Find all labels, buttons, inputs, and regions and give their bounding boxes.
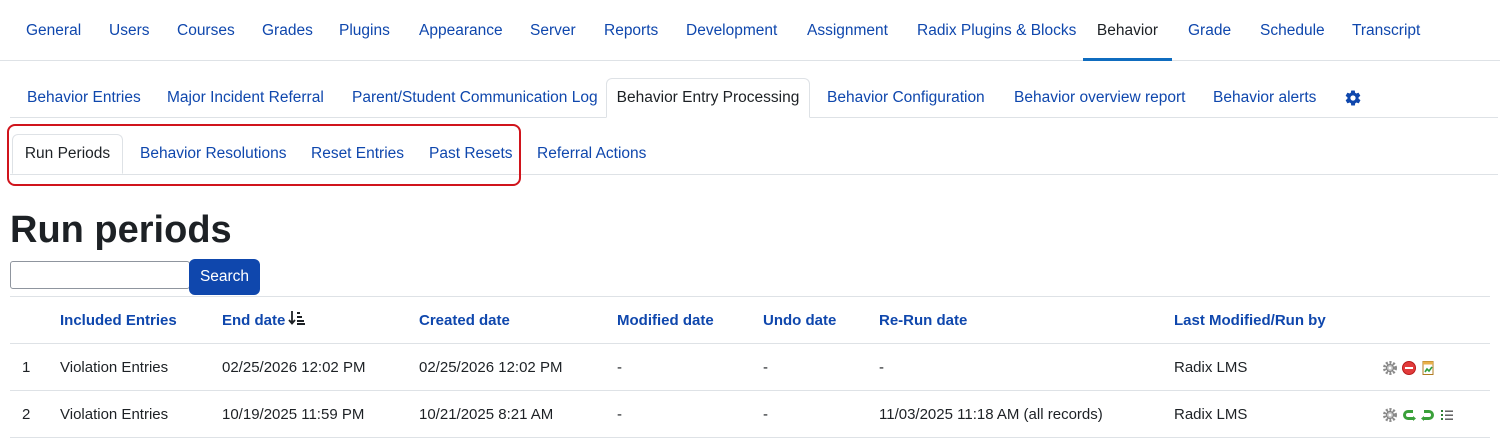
- search-button[interactable]: Search: [189, 259, 260, 295]
- gear-icon[interactable]: [1382, 407, 1398, 423]
- row-actions: [1382, 407, 1455, 423]
- nav-plugins[interactable]: Plugins: [339, 0, 390, 61]
- nav-grades[interactable]: Grades: [262, 0, 313, 61]
- tab-behavior-alerts[interactable]: Behavior alerts: [1213, 78, 1316, 117]
- created-date: 10/21/2025 8:21 AM: [419, 406, 554, 423]
- row-actions: [1382, 360, 1436, 376]
- table-header-row: Included Entries End date Created date M…: [10, 296, 1490, 344]
- modified-date: -: [617, 406, 622, 423]
- nav-appearance[interactable]: Appearance: [419, 0, 503, 61]
- col-rerun-date[interactable]: Re-Run date: [879, 297, 967, 344]
- table-row: 1 Violation Entries 02/25/2026 12:02 PM …: [10, 343, 1490, 391]
- processing-subnav: Run Periods Behavior Resolutions Reset E…: [10, 134, 1498, 175]
- page-title: Run periods: [10, 209, 232, 251]
- col-last-modified-by[interactable]: Last Modified/Run by: [1174, 297, 1326, 344]
- col-undo-date[interactable]: Undo date: [763, 297, 836, 344]
- undo-icon[interactable]: [1401, 407, 1417, 423]
- included-entries: Violation Entries: [60, 359, 169, 376]
- nav-server[interactable]: Server: [530, 0, 576, 61]
- col-created-date[interactable]: Created date: [419, 297, 510, 344]
- nav-grade[interactable]: Grade: [1188, 0, 1231, 61]
- tab-major-incident-referral[interactable]: Major Incident Referral: [167, 78, 324, 117]
- gear-icon[interactable]: [1344, 89, 1362, 107]
- tab-behavior-entry-processing[interactable]: Behavior Entry Processing: [606, 78, 810, 118]
- tab-referral-actions[interactable]: Referral Actions: [537, 134, 646, 173]
- tab-reset-entries[interactable]: Reset Entries: [311, 134, 404, 173]
- row-number: 2: [22, 406, 31, 423]
- col-modified-date[interactable]: Modified date: [617, 297, 714, 344]
- end-date: 02/25/2026 12:02 PM: [222, 359, 366, 376]
- included-entries: Violation Entries: [60, 406, 169, 423]
- tab-run-periods[interactable]: Run Periods: [12, 134, 123, 174]
- tab-behavior-overview-report[interactable]: Behavior overview report: [1014, 78, 1185, 117]
- modified-by: Radix LMS: [1174, 406, 1248, 423]
- created-date: 02/25/2026 12:02 PM: [419, 359, 563, 376]
- modified-by: Radix LMS: [1174, 359, 1248, 376]
- nav-reports[interactable]: Reports: [604, 0, 658, 61]
- report-icon[interactable]: [1420, 360, 1436, 376]
- tab-past-resets[interactable]: Past Resets: [429, 134, 513, 173]
- sort-descending-icon: [288, 298, 306, 345]
- col-end-date[interactable]: End date: [222, 297, 306, 345]
- tab-behavior-configuration[interactable]: Behavior Configuration: [827, 78, 985, 117]
- delete-icon[interactable]: [1401, 360, 1417, 376]
- tab-behavior-resolutions[interactable]: Behavior Resolutions: [140, 134, 286, 173]
- col-end-date-label: End date: [222, 312, 286, 329]
- list-icon[interactable]: [1439, 407, 1455, 423]
- undo-date: -: [763, 406, 768, 423]
- gear-icon[interactable]: [1382, 360, 1398, 376]
- modified-date: -: [617, 359, 622, 376]
- tab-communication-log[interactable]: Parent/Student Communication Log: [352, 78, 598, 117]
- redo-icon[interactable]: [1420, 407, 1436, 423]
- undo-date: -: [763, 359, 768, 376]
- nav-development[interactable]: Development: [686, 0, 777, 61]
- nav-transcript[interactable]: Transcript: [1352, 0, 1420, 61]
- search-input[interactable]: [10, 261, 190, 289]
- behavior-subnav: Behavior Entries Major Incident Referral…: [10, 78, 1498, 118]
- rerun-date: 11/03/2025 11:18 AM (all records): [879, 406, 1103, 423]
- end-date: 10/19/2025 11:59 PM: [222, 406, 365, 423]
- nav-assignment[interactable]: Assignment: [807, 0, 888, 61]
- table-row: 2 Violation Entries 10/19/2025 11:59 PM …: [10, 390, 1490, 438]
- nav-courses[interactable]: Courses: [177, 0, 235, 61]
- row-number: 1: [22, 359, 31, 376]
- tab-behavior-entries[interactable]: Behavior Entries: [27, 78, 141, 117]
- nav-schedule[interactable]: Schedule: [1260, 0, 1325, 61]
- nav-radix-plugins-blocks[interactable]: Radix Plugins & Blocks: [917, 0, 1076, 61]
- nav-behavior[interactable]: Behavior: [1083, 0, 1172, 61]
- rerun-date: -: [879, 359, 884, 376]
- nav-users[interactable]: Users: [109, 0, 149, 61]
- col-included-entries[interactable]: Included Entries: [60, 297, 177, 344]
- nav-general[interactable]: General: [26, 0, 81, 61]
- top-navigation: General Users Courses Grades Plugins App…: [0, 0, 1500, 61]
